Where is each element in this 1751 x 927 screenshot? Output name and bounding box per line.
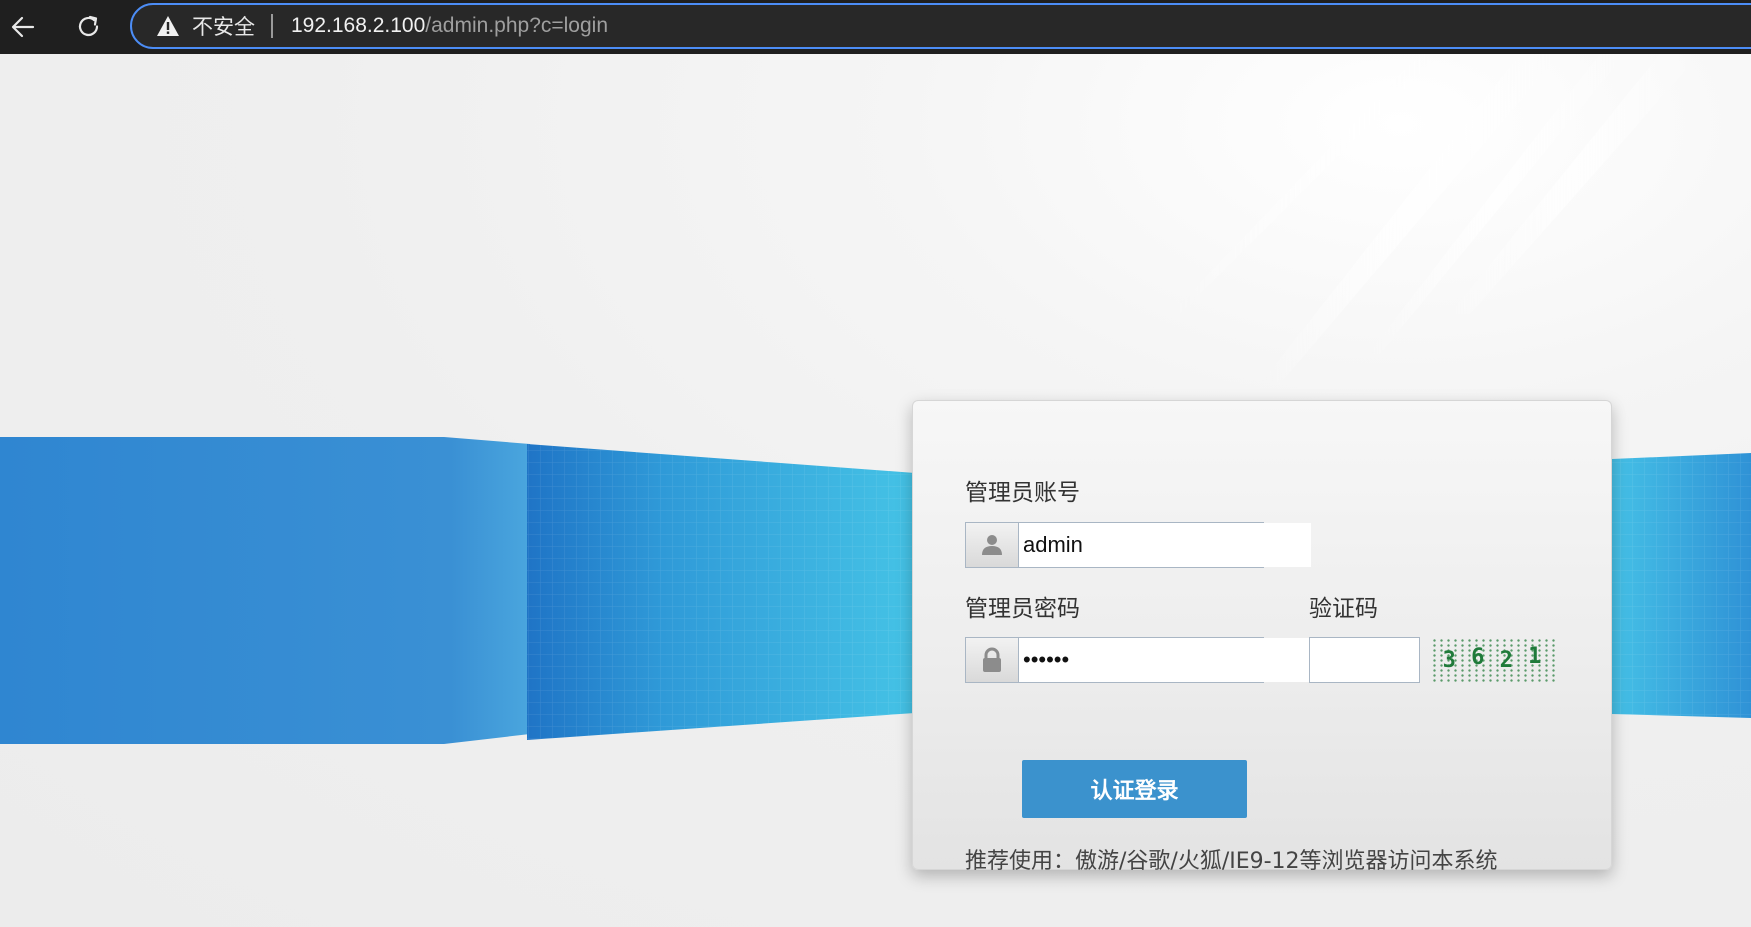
password-label: 管理员密码 bbox=[965, 596, 1080, 622]
browser-toolbar: 不安全 192.168.2.100/admin.php?c=login bbox=[0, 0, 1751, 54]
reload-button[interactable] bbox=[68, 6, 110, 48]
captcha-label: 验证码 bbox=[1309, 596, 1378, 622]
captcha-image[interactable]: 3 6 2 1 bbox=[1429, 637, 1555, 683]
address-separator bbox=[271, 14, 273, 38]
reload-icon bbox=[78, 15, 99, 36]
url-path: /admin.php?c=login bbox=[425, 14, 609, 37]
captcha-char: 3 bbox=[1442, 647, 1456, 673]
address-bar[interactable]: 不安全 192.168.2.100/admin.php?c=login bbox=[130, 3, 1751, 49]
back-button[interactable] bbox=[2, 6, 44, 48]
security-status-label[interactable]: 不安全 bbox=[192, 11, 255, 41]
login-submit-button[interactable]: 认证登录 bbox=[1022, 760, 1247, 818]
password-field bbox=[965, 637, 1311, 683]
account-input[interactable] bbox=[1019, 523, 1311, 567]
arrow-left-icon bbox=[11, 16, 35, 38]
lock-icon bbox=[966, 638, 1019, 682]
login-panel: 管理员账号 管理员密码 验证码 3 6 bbox=[912, 400, 1612, 874]
captcha-char: 6 bbox=[1471, 644, 1485, 670]
captcha-char: 1 bbox=[1528, 643, 1542, 669]
browser-recommendation-text: 推荐使用：傲游/谷歌/火狐/IE9-12等浏览器访问本系统 bbox=[965, 849, 1498, 874]
user-icon bbox=[966, 523, 1019, 567]
login-page: 管理员账号 管理员密码 验证码 3 6 bbox=[0, 54, 1751, 927]
password-input[interactable] bbox=[1019, 638, 1311, 682]
account-label: 管理员账号 bbox=[965, 480, 1080, 506]
url-host: 192.168.2.100 bbox=[291, 14, 426, 37]
url-text[interactable]: 192.168.2.100/admin.php?c=login bbox=[291, 14, 608, 38]
captcha-input[interactable] bbox=[1309, 637, 1420, 683]
captcha-char: 2 bbox=[1499, 647, 1513, 673]
account-field bbox=[965, 522, 1311, 568]
warning-triangle-icon bbox=[156, 14, 182, 38]
